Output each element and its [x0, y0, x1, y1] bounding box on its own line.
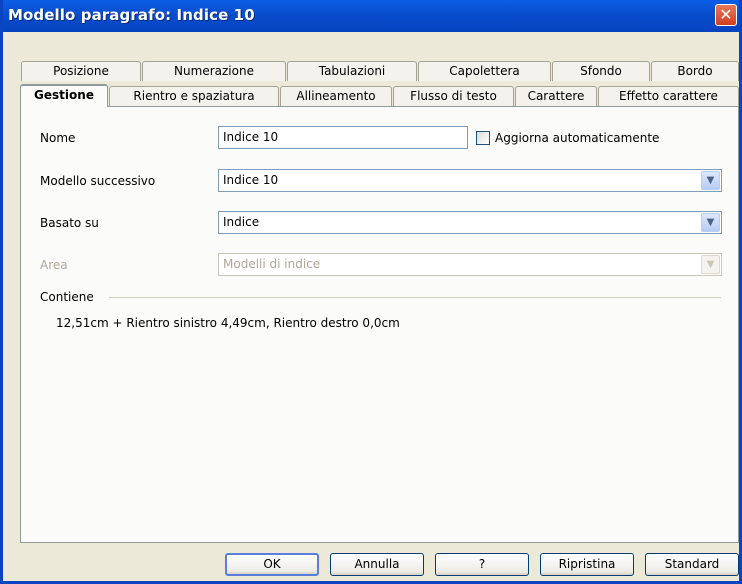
based-on-value: Indice	[223, 215, 260, 229]
based-on-select[interactable]: Indice ▼	[218, 211, 722, 234]
area-label: Area	[40, 258, 68, 272]
dialog-window: Modello paragrafo: Indice 10 ✕ Posizione…	[0, 0, 742, 584]
next-style-select[interactable]: Indice 10 ▼	[218, 169, 722, 192]
chevron-down-icon: ▼	[701, 255, 720, 274]
ok-button[interactable]: OK	[225, 553, 319, 576]
area-value: Modelli di indice	[223, 257, 321, 271]
auto-update-label[interactable]: Aggiorna automaticamente	[495, 131, 659, 145]
next-style-label: Modello successivo	[40, 174, 156, 188]
standard-button[interactable]: Standard	[645, 553, 739, 576]
area-select: Modelli di indice ▼	[218, 253, 722, 276]
chevron-down-icon[interactable]: ▼	[701, 171, 720, 190]
based-on-label: Basato su	[40, 216, 99, 230]
contains-separator	[109, 297, 721, 298]
contains-label: Contiene	[40, 290, 94, 304]
reset-button[interactable]: Ripristina	[540, 553, 634, 576]
name-input[interactable]: Indice 10	[218, 126, 468, 149]
help-button[interactable]: ?	[435, 553, 529, 576]
contains-text: 12,51cm + Rientro sinistro 4,49cm, Rient…	[56, 316, 400, 330]
auto-update-checkbox[interactable]	[476, 131, 490, 145]
chevron-down-icon[interactable]: ▼	[701, 213, 720, 232]
cancel-button[interactable]: Annulla	[330, 553, 424, 576]
next-style-value: Indice 10	[223, 173, 279, 187]
name-label: Nome	[40, 131, 76, 145]
